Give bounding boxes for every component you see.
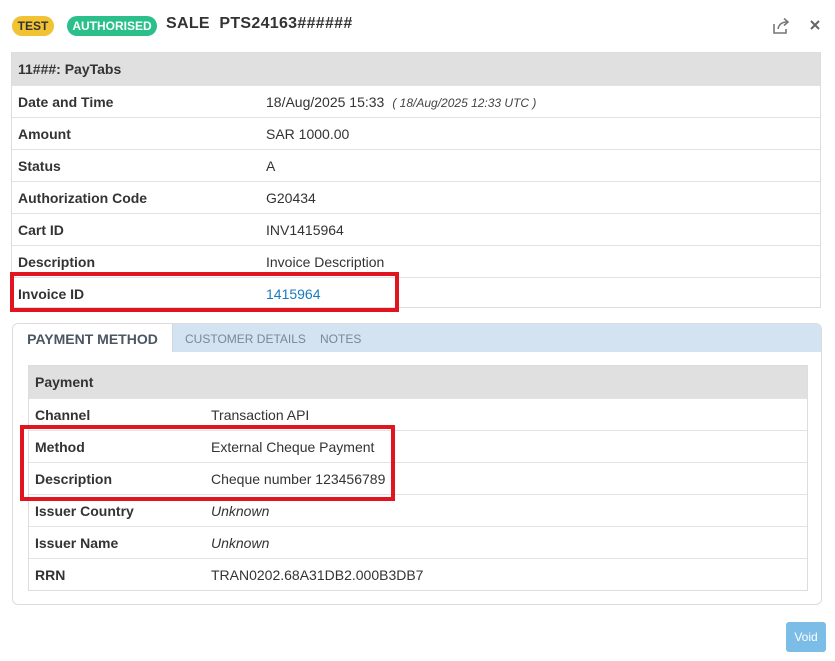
payment-label: Method xyxy=(35,439,85,455)
detail-label: Status xyxy=(18,158,61,174)
detail-row-description: Description Invoice Description xyxy=(12,245,820,277)
close-icon[interactable] xyxy=(805,15,825,35)
void-button[interactable]: Void xyxy=(786,622,826,652)
payment-label: Channel xyxy=(35,407,91,423)
detail-value: INV1415964 xyxy=(266,222,344,238)
tab-payment-method[interactable]: PAYMENT METHOD xyxy=(13,324,173,352)
payment-row-channel: Channel Transaction API xyxy=(29,398,807,430)
payment-value: Transaction API xyxy=(211,407,310,423)
detail-value: Invoice Description xyxy=(266,254,385,270)
detail-row-amount: Amount SAR 1000.00 xyxy=(12,117,820,149)
payment-row-issuer-name: Issuer Name Unknown xyxy=(29,526,807,558)
payment-value: External Cheque Payment xyxy=(211,439,375,455)
dialog-header: TEST AUTHORISED SALE PTS24163###### xyxy=(0,0,835,50)
payment-label: RRN xyxy=(35,567,66,583)
tab-notes[interactable]: NOTES xyxy=(320,324,361,352)
invoice-id-link[interactable]: 1415964 xyxy=(266,286,321,302)
payment-value: Unknown xyxy=(211,535,270,551)
tab-customer-details[interactable]: CUSTOMER DETAILS xyxy=(185,324,306,352)
payment-row-issuer-country: Issuer Country Unknown xyxy=(29,494,807,526)
detail-row-cart-id: Cart ID INV1415964 xyxy=(12,213,820,245)
detail-value: A xyxy=(266,158,276,174)
payment-value: Unknown xyxy=(211,503,270,519)
payment-row-rrn: RRN TRAN0202.68A31DB2.000B3DB7 xyxy=(29,558,807,590)
payment-value: TRAN0202.68A31DB2.000B3DB7 xyxy=(211,567,424,583)
payment-tabs-panel: PAYMENT METHOD CUSTOMER DETAILS NOTES Pa… xyxy=(12,323,822,605)
detail-label: Description xyxy=(18,254,96,270)
transaction-title: SALE PTS24163###### xyxy=(166,15,353,32)
payment-label: Issuer Name xyxy=(35,535,119,551)
detail-label: Invoice ID xyxy=(18,286,85,302)
test-badge: TEST xyxy=(12,16,54,36)
detail-row-status: Status A xyxy=(12,149,820,181)
detail-value: SAR 1000.00 xyxy=(266,126,350,142)
payment-section-title: Payment xyxy=(35,374,94,390)
transaction-section-header: 11###: PayTabs xyxy=(12,53,820,85)
payment-label: Issuer Country xyxy=(35,503,134,519)
detail-row-auth-code: Authorization Code G20434 xyxy=(12,181,820,213)
utc-time: ( 18/Aug/2025 12:33 UTC ) xyxy=(392,96,537,110)
payment-details-table: Payment Channel Transaction API Method E… xyxy=(28,365,808,591)
share-icon[interactable] xyxy=(771,16,791,36)
status-badge: AUTHORISED xyxy=(67,16,157,36)
detail-label: Date and Time xyxy=(18,94,114,110)
tab-bar: PAYMENT METHOD CUSTOMER DETAILS NOTES xyxy=(13,324,821,352)
detail-label: Cart ID xyxy=(18,222,64,238)
transaction-details-panel: 11###: PayTabs Date and Time 18/Aug/2025… xyxy=(11,52,821,308)
transaction-section-title: 11###: PayTabs xyxy=(18,61,122,77)
detail-value: G20434 xyxy=(266,190,316,206)
payment-row-method: Method External Cheque Payment xyxy=(29,430,807,462)
payment-row-description: Description Cheque number 123456789 xyxy=(29,462,807,494)
detail-value: 18/Aug/2025 15:33( 18/Aug/2025 12:33 UTC… xyxy=(266,94,537,110)
detail-label: Authorization Code xyxy=(18,190,148,206)
payment-label: Description xyxy=(35,471,113,487)
payment-section-header: Payment xyxy=(29,366,807,398)
detail-row-date: Date and Time 18/Aug/2025 15:33( 18/Aug/… xyxy=(12,85,820,117)
payment-value: Cheque number 123456789 xyxy=(211,471,386,487)
detail-row-invoice-id: Invoice ID 1415964 xyxy=(12,277,820,309)
detail-label: Amount xyxy=(18,126,71,142)
